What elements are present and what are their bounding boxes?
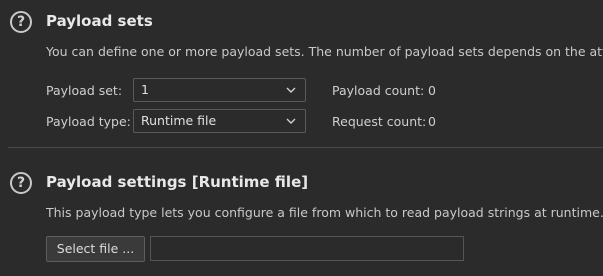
payload-sets-help-icon[interactable]: ? — [10, 11, 32, 33]
payload-sets-title: Payload sets — [46, 12, 153, 30]
request-count-label: Request count: — [332, 114, 427, 129]
chevron-down-icon — [286, 87, 296, 93]
payload-settings-title: Payload settings [Runtime file] — [46, 173, 309, 191]
payload-type-select[interactable]: Runtime file — [133, 109, 306, 133]
payload-sets-description: You can define one or more payload sets.… — [46, 44, 603, 59]
payload-set-label: Payload set: — [46, 83, 123, 98]
section-divider — [8, 147, 603, 148]
payload-set-select[interactable]: 1 — [133, 78, 306, 102]
payload-settings-description: This payload type lets you configure a f… — [46, 205, 603, 220]
payload-type-value: Runtime file — [141, 113, 217, 128]
chevron-down-icon — [286, 118, 296, 124]
payload-count-value: 0 — [428, 83, 436, 98]
request-count-value: 0 — [428, 114, 436, 129]
file-path-input[interactable] — [150, 236, 464, 261]
payload-count-label: Payload count: — [332, 83, 425, 98]
payload-type-label: Payload type: — [46, 114, 131, 129]
select-file-button[interactable]: Select file ... — [46, 236, 145, 262]
payload-settings-help-icon[interactable]: ? — [10, 172, 32, 194]
payload-set-value: 1 — [141, 82, 149, 97]
